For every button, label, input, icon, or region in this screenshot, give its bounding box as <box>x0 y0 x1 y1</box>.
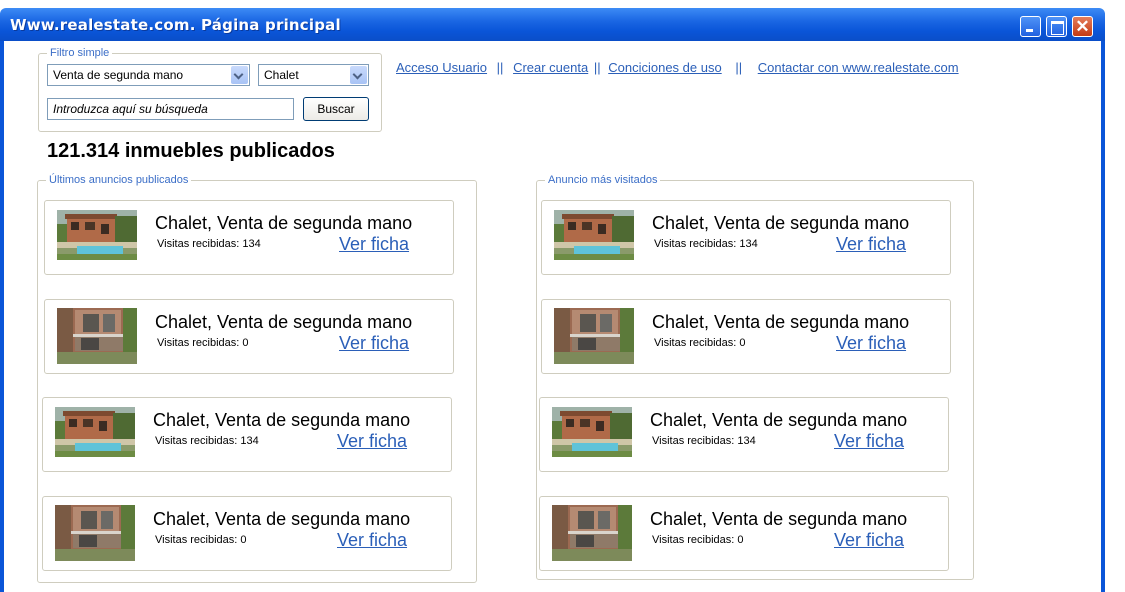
listing-card[interactable]: Chalet, Venta de segunda mano Visitas re… <box>539 397 949 472</box>
search-placeholder: Introduzca aquí su búsqueda <box>53 102 208 116</box>
kind-select[interactable]: Chalet <box>258 64 369 86</box>
visits-count: Visitas recibidas: 134 <box>654 238 758 250</box>
view-details-link[interactable]: Ver ficha <box>337 530 407 551</box>
house-photo[interactable] <box>554 308 634 364</box>
filter-legend: Filtro simple <box>47 47 113 59</box>
view-details-link[interactable]: Ver ficha <box>834 530 904 551</box>
minimize-icon <box>1026 29 1033 32</box>
listing-title: Chalet, Venta de segunda mano <box>153 410 411 430</box>
house-photo[interactable] <box>57 308 137 364</box>
latest-legend: Últimos anuncios publicados <box>46 174 192 186</box>
window-border-left <box>0 41 4 592</box>
chevron-down-icon[interactable] <box>350 66 367 84</box>
visits-count: Visitas recibidas: 134 <box>157 238 261 250</box>
close-icon: ✕ <box>1075 17 1090 36</box>
house-photo[interactable] <box>554 210 634 260</box>
visits-count: Visitas recibidas: 134 <box>652 435 756 447</box>
top-links: Acceso Usuario || Crear cuenta || Concic… <box>396 60 959 75</box>
listing-title: Chalet, Venta de segunda mano <box>153 509 411 529</box>
listing-card[interactable]: Chalet, Venta de segunda mano Visitas re… <box>42 496 452 571</box>
view-details-link[interactable]: Ver ficha <box>836 234 906 255</box>
listing-title: Chalet, Venta de segunda mano <box>155 213 413 233</box>
listing-card[interactable]: Chalet, Venta de segunda mano Visitas re… <box>539 496 949 571</box>
chevron-down-icon[interactable] <box>231 66 248 84</box>
link-contact[interactable]: Contactar con www.realestate.com <box>758 60 959 75</box>
view-details-link[interactable]: Ver ficha <box>836 333 906 354</box>
listing-count: 121.314 inmuebles publicados <box>47 140 335 162</box>
close-button[interactable]: ✕ <box>1072 16 1093 37</box>
view-details-link[interactable]: Ver ficha <box>339 234 409 255</box>
search-button[interactable]: Buscar <box>303 97 369 121</box>
link-separator: || <box>496 60 504 75</box>
house-photo[interactable] <box>55 407 135 457</box>
house-photo[interactable] <box>57 210 137 260</box>
visits-count: Visitas recibidas: 0 <box>654 337 746 349</box>
listing-card[interactable]: Chalet, Venta de segunda mano Visitas re… <box>44 200 454 275</box>
listing-title: Chalet, Venta de segunda mano <box>650 509 908 529</box>
visits-count: Visitas recibidas: 0 <box>155 534 247 546</box>
house-photo[interactable] <box>55 505 135 561</box>
maximize-button[interactable] <box>1046 16 1067 37</box>
listing-title: Chalet, Venta de segunda mano <box>155 312 413 332</box>
search-input[interactable]: Introduzca aquí su búsqueda <box>47 98 294 120</box>
window-title: Www.realestate.com. Página principal <box>10 16 341 34</box>
visits-count: Visitas recibidas: 134 <box>155 435 259 447</box>
house-photo[interactable] <box>552 407 632 457</box>
kind-select-value: Chalet <box>264 68 299 82</box>
link-separator: || <box>735 60 743 75</box>
maximize-icon <box>1051 21 1064 35</box>
listing-title: Chalet, Venta de segunda mano <box>652 312 910 332</box>
link-user-access[interactable]: Acceso Usuario <box>396 60 487 75</box>
listing-title: Chalet, Venta de segunda mano <box>650 410 908 430</box>
link-create-account[interactable]: Crear cuenta <box>513 60 588 75</box>
window-border-right <box>1101 41 1105 592</box>
link-separator: || <box>593 60 601 75</box>
listing-card[interactable]: Chalet, Venta de segunda mano Visitas re… <box>541 299 951 374</box>
minimize-button[interactable] <box>1020 16 1041 37</box>
listing-card[interactable]: Chalet, Venta de segunda mano Visitas re… <box>44 299 454 374</box>
view-details-link[interactable]: Ver ficha <box>339 333 409 354</box>
visits-count: Visitas recibidas: 0 <box>157 337 249 349</box>
house-photo[interactable] <box>552 505 632 561</box>
type-select[interactable]: Venta de segunda mano <box>47 64 250 86</box>
filter-group: Filtro simple Venta de segunda mano Chal… <box>38 47 382 132</box>
type-select-value: Venta de segunda mano <box>53 68 184 82</box>
view-details-link[interactable]: Ver ficha <box>337 431 407 452</box>
popular-legend: Anuncio más visitados <box>545 174 661 186</box>
link-terms[interactable]: Conciciones de uso <box>608 60 721 75</box>
window-titlebar[interactable]: Www.realestate.com. Página principal ✕ <box>0 8 1105 41</box>
view-details-link[interactable]: Ver ficha <box>834 431 904 452</box>
listing-title: Chalet, Venta de segunda mano <box>652 213 910 233</box>
visits-count: Visitas recibidas: 0 <box>652 534 744 546</box>
listing-card[interactable]: Chalet, Venta de segunda mano Visitas re… <box>541 200 951 275</box>
listing-card[interactable]: Chalet, Venta de segunda mano Visitas re… <box>42 397 452 472</box>
